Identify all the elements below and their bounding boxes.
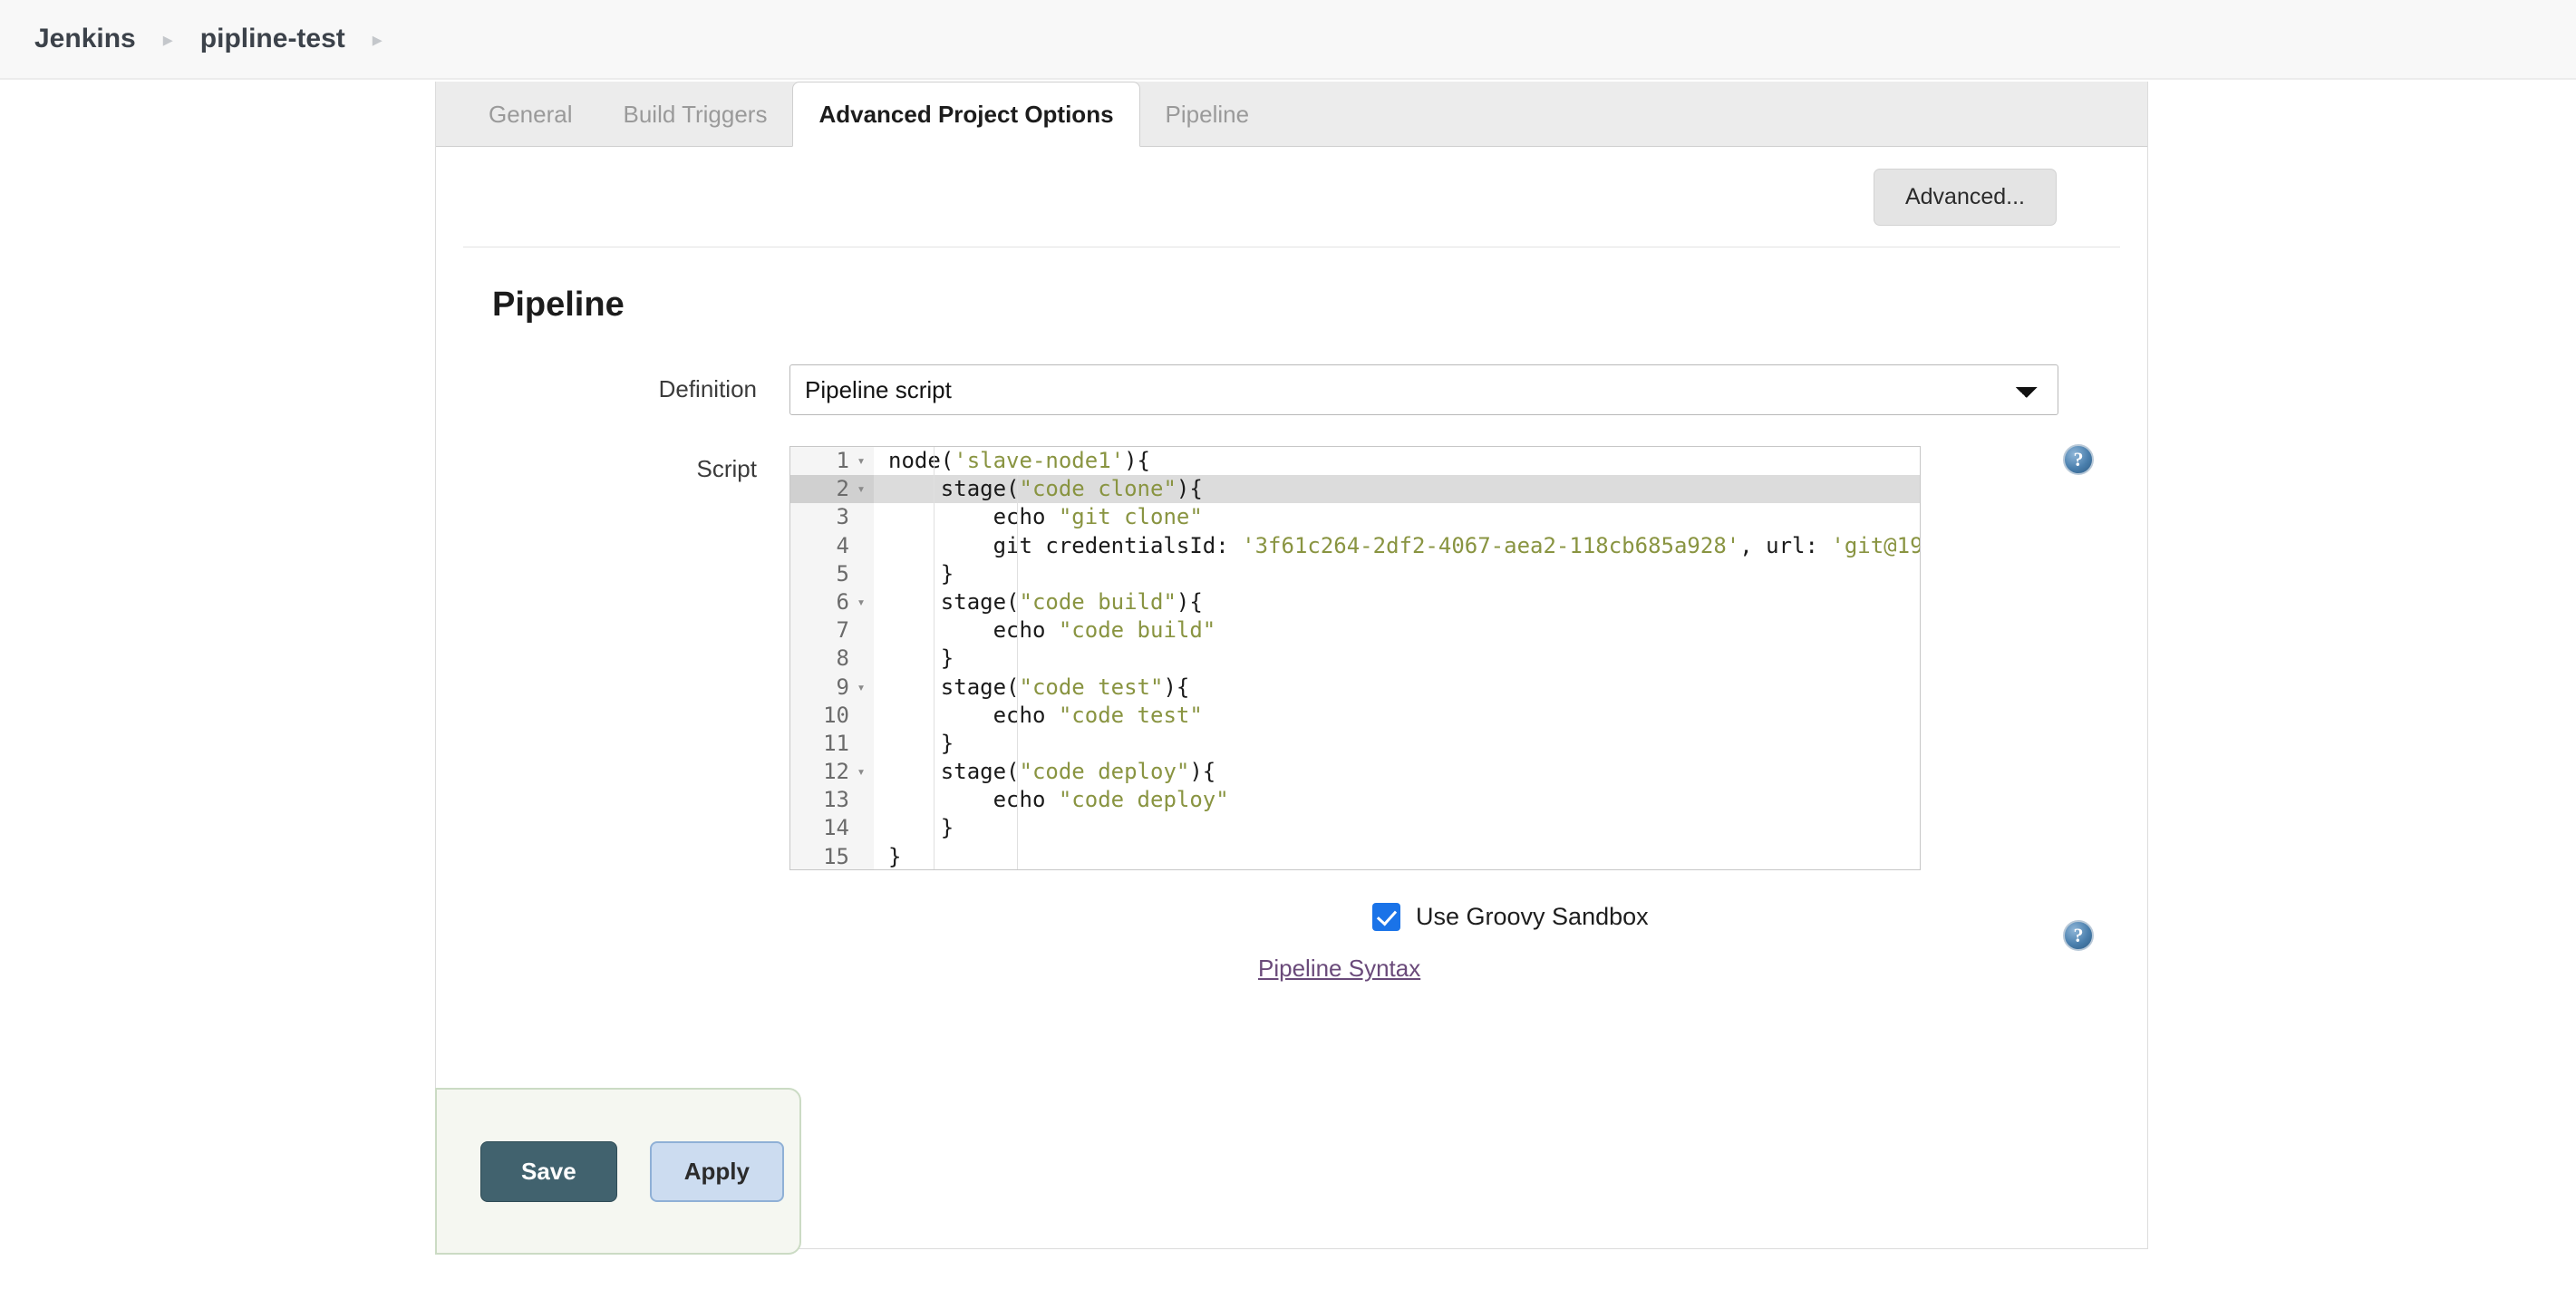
definition-row: Definition Pipeline script xyxy=(463,364,2120,415)
breadcrumb-separator-icon: ▸ xyxy=(162,28,173,51)
code-text: } xyxy=(940,730,954,756)
code-line[interactable]: 3 echo "git clone" xyxy=(790,503,1920,532)
line-number: 4 xyxy=(790,531,874,560)
definition-select[interactable]: Pipeline script xyxy=(789,364,2058,415)
code-line[interactable]: 1 ▾ node('slave-node1'){ xyxy=(790,447,1920,476)
tab-bar: General Build Triggers Advanced Project … xyxy=(436,82,2147,147)
code-text: echo "code build" xyxy=(993,617,1216,644)
breadcrumb-item-project[interactable]: pipline-test xyxy=(197,24,349,54)
advanced-row: Advanced... xyxy=(436,147,2147,247)
config-panel: General Build Triggers Advanced Project … xyxy=(435,82,2148,1249)
script-row: Script 1 ▾ node('slave-node1'){2 ▾ stage("c… xyxy=(463,446,2120,870)
script-field: 1 ▾ node('slave-node1'){2 ▾ stage("code clo… xyxy=(789,446,2120,870)
breadcrumb-item-jenkins[interactable]: Jenkins xyxy=(31,24,140,54)
pipeline-syntax-link[interactable]: Pipeline Syntax xyxy=(1258,955,1420,983)
code-text: } xyxy=(940,560,954,587)
code-line[interactable]: 11 } xyxy=(790,729,1920,759)
line-number: 3 xyxy=(790,503,874,532)
page-title: Pipeline xyxy=(492,286,625,324)
pipeline-section: Pipeline Definition Pipeline script Scri… xyxy=(436,286,2147,983)
definition-field: Pipeline script xyxy=(789,364,2120,415)
sandbox-row: Use Groovy Sandbox xyxy=(1372,903,2120,931)
code-line[interactable]: 6 ▾ stage("code build"){ xyxy=(790,587,1920,617)
fold-arrow-icon[interactable]: ▾ xyxy=(856,765,867,779)
line-number: 2 ▾ xyxy=(790,475,874,504)
script-label: Script xyxy=(696,455,757,482)
code-line[interactable]: 12 ▾ stage("code deploy"){ xyxy=(790,758,1920,787)
code-text: } xyxy=(940,815,954,841)
fold-arrow-icon[interactable]: ▾ xyxy=(856,482,867,496)
use-groovy-sandbox-checkbox[interactable] xyxy=(1372,903,1400,931)
code-text: stage("code test"){ xyxy=(940,674,1190,700)
code-line[interactable]: 10 echo "code test" xyxy=(790,701,1920,730)
code-text: node('slave-node1'){ xyxy=(888,448,1150,473)
tab-general[interactable]: General xyxy=(463,82,598,147)
line-number: 12 ▾ xyxy=(790,758,874,787)
sticky-save-bar: Save Apply xyxy=(435,1088,801,1255)
code-line[interactable]: 14 } xyxy=(790,814,1920,843)
help-icon-script[interactable]: ? xyxy=(2063,444,2094,475)
breadcrumb-separator-icon[interactable]: ▸ xyxy=(349,28,406,52)
line-number: 1 ▾ xyxy=(790,447,874,476)
code-text: echo "code test" xyxy=(993,702,1203,728)
line-number: 11 xyxy=(790,729,874,759)
line-number: 13 xyxy=(790,786,874,815)
line-number: 15 xyxy=(790,842,874,869)
use-groovy-sandbox-label: Use Groovy Sandbox xyxy=(1416,903,1649,930)
code-line[interactable]: 9 ▾ stage("code test"){ xyxy=(790,673,1920,702)
save-button[interactable]: Save xyxy=(480,1140,617,1202)
code-line[interactable]: 7 echo "code build" xyxy=(790,616,1920,645)
line-number: 6 ▾ xyxy=(790,587,874,617)
tab-build-triggers[interactable]: Build Triggers xyxy=(598,82,793,147)
line-number: 10 xyxy=(790,701,874,730)
advanced-button[interactable]: Advanced... xyxy=(1873,168,2057,226)
line-number: 7 xyxy=(790,616,874,645)
code-text: stage("code deploy"){ xyxy=(940,759,1216,785)
fold-arrow-icon[interactable]: ▾ xyxy=(856,454,867,468)
script-code-editor[interactable]: 1 ▾ node('slave-node1'){2 ▾ stage("code clo… xyxy=(789,446,1921,870)
code-line[interactable]: 4 git credentialsId: '3f61c264-2df2-4067… xyxy=(790,531,1920,560)
apply-button[interactable]: Apply xyxy=(649,1140,784,1202)
indent-guide xyxy=(1017,475,1018,869)
code-text: git credentialsId: '3f61c264-2df2-4067-a… xyxy=(993,532,1920,558)
fold-arrow-icon[interactable]: ▾ xyxy=(856,596,867,609)
left-pane xyxy=(0,82,435,1309)
code-text: stage("code clone"){ xyxy=(940,476,1203,502)
indent-guide xyxy=(934,447,935,869)
fold-arrow-icon[interactable]: ▾ xyxy=(856,680,867,694)
code-text: echo "git clone" xyxy=(993,504,1203,530)
code-line[interactable]: 15} xyxy=(790,842,1920,869)
line-number: 8 xyxy=(790,645,874,674)
code-line[interactable]: 13 echo "code deploy" xyxy=(790,786,1920,815)
code-text: stage("code build"){ xyxy=(940,588,1203,615)
definition-label: Definition xyxy=(658,375,757,402)
help-icon-sandbox[interactable]: ? xyxy=(2063,920,2094,951)
line-number: 5 xyxy=(790,559,874,588)
code-line[interactable]: 8 } xyxy=(790,645,1920,674)
tab-advanced-project-options[interactable]: Advanced Project Options xyxy=(792,82,1140,147)
line-number: 14 xyxy=(790,814,874,843)
breadcrumb: Jenkins ▸ pipline-test ▸ xyxy=(0,0,2576,80)
code-text: echo "code deploy" xyxy=(993,787,1229,813)
code-line[interactable]: 2 ▾ stage("code clone"){ xyxy=(790,475,1920,504)
code-text: } xyxy=(888,843,902,869)
line-number: 9 ▾ xyxy=(790,673,874,702)
code-line[interactable]: 5 } xyxy=(790,559,1920,588)
code-text: } xyxy=(940,645,954,672)
tab-pipeline[interactable]: Pipeline xyxy=(1140,82,1275,147)
